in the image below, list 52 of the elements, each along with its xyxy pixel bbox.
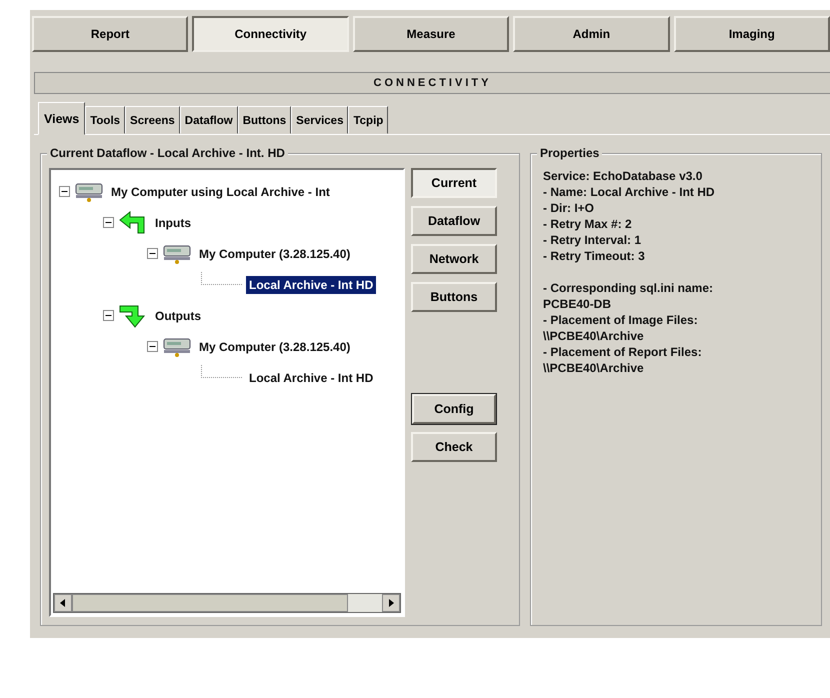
view-button[interactable]: Current bbox=[411, 168, 497, 198]
property-line: - Retry Timeout: 3 bbox=[543, 248, 646, 264]
scroll-right-icon[interactable] bbox=[387, 599, 395, 607]
sub-tab[interactable]: Screens bbox=[125, 106, 180, 134]
group-title: Properties bbox=[537, 146, 602, 160]
property-line: \\PCBE40\Archive bbox=[543, 328, 645, 344]
sub-tab[interactable]: Services bbox=[291, 106, 348, 134]
collapse-toggle[interactable] bbox=[103, 217, 114, 228]
property-line: - Dir: I+O bbox=[543, 200, 596, 216]
sub-tab[interactable]: Views bbox=[38, 102, 86, 135]
action-button[interactable]: Check bbox=[411, 432, 497, 462]
tree-item[interactable]: My Computer using Local Archive - Int bbox=[108, 182, 333, 200]
scroll-left-icon[interactable] bbox=[59, 599, 67, 607]
main-tab[interactable]: Measure bbox=[352, 16, 510, 52]
sub-tab[interactable]: Tcpip bbox=[348, 106, 388, 134]
tree-item[interactable]: My Computer (3.28.125.40) bbox=[196, 244, 354, 262]
tree-item[interactable]: My Computer (3.28.125.40) bbox=[196, 338, 354, 356]
collapse-toggle[interactable] bbox=[147, 248, 158, 259]
property-line: - Name: Local Archive - Int HD bbox=[543, 184, 716, 200]
computer-icon bbox=[162, 336, 192, 358]
view-button[interactable]: Buttons bbox=[411, 282, 497, 312]
main-tab[interactable]: Admin bbox=[513, 16, 670, 52]
action-button[interactable]: Config bbox=[412, 394, 496, 424]
computer-icon bbox=[162, 242, 192, 264]
section-title: CONNECTIVITY bbox=[34, 72, 830, 94]
sub-tab[interactable]: Buttons bbox=[238, 106, 292, 134]
main-tab[interactable]: Connectivity bbox=[192, 16, 349, 52]
property-line: - Placement of Report Files: bbox=[543, 344, 703, 360]
collapse-toggle[interactable] bbox=[103, 310, 114, 321]
main-tab[interactable]: Report bbox=[32, 16, 188, 52]
arrow-down-icon bbox=[118, 304, 148, 328]
property-line: - Retry Max #: 2 bbox=[543, 216, 633, 232]
sub-tab[interactable]: Tools bbox=[85, 106, 126, 134]
property-line: PCBE40-DB bbox=[543, 296, 612, 312]
property-line: Service: EchoDatabase v3.0 bbox=[543, 168, 704, 184]
horizontal-scrollbar[interactable] bbox=[53, 593, 401, 613]
tree-item[interactable]: Local Archive - Int HD bbox=[246, 276, 376, 294]
property-line: \\PCBE40\Archive bbox=[543, 360, 645, 376]
property-line: - Corresponding sql.ini name: bbox=[543, 280, 714, 296]
group-title: Current Dataflow - Local Archive - Int. HD bbox=[47, 146, 288, 160]
tree-item[interactable]: Outputs bbox=[152, 306, 204, 324]
tree-item[interactable]: Inputs bbox=[152, 214, 194, 232]
view-button[interactable]: Network bbox=[411, 244, 497, 274]
tree-item[interactable]: Local Archive - Int HD bbox=[246, 368, 376, 386]
property-line: - Placement of Image Files: bbox=[543, 312, 699, 328]
collapse-toggle[interactable] bbox=[147, 341, 158, 352]
main-tab[interactable]: Imaging bbox=[674, 16, 830, 52]
computer-icon bbox=[74, 180, 104, 202]
collapse-toggle[interactable] bbox=[59, 186, 70, 197]
property-line: - Retry Interval: 1 bbox=[543, 232, 642, 248]
sub-tab[interactable]: Dataflow bbox=[180, 106, 238, 134]
view-button[interactable]: Dataflow bbox=[411, 206, 497, 236]
